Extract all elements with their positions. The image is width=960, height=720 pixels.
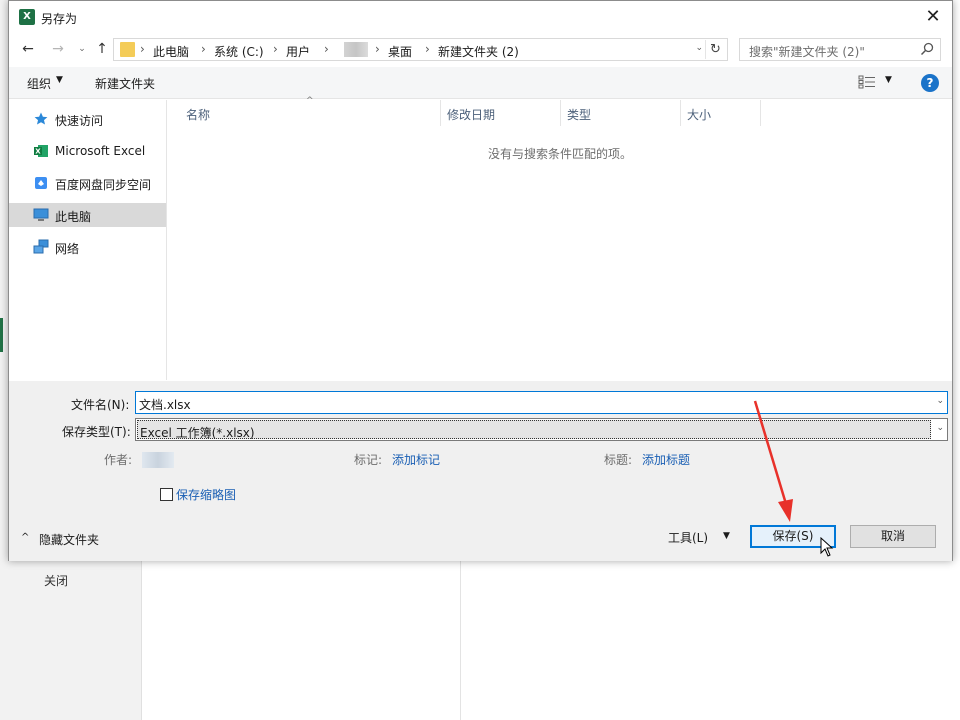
tools-menu[interactable]: 工具(L) xyxy=(668,529,708,546)
view-caret-icon[interactable]: ▼ xyxy=(885,75,892,85)
organize-caret-icon[interactable]: ▼ xyxy=(56,75,63,85)
search-placeholder: 搜索"新建文件夹 (2)" xyxy=(749,45,865,59)
annotation-arrow-icon xyxy=(753,400,793,522)
sidebar-item-baidu-sync[interactable]: 百度网盘同步空间 xyxy=(9,171,166,195)
breadcrumb-system-c[interactable]: 系统 (C:) xyxy=(214,43,264,60)
filename-field[interactable]: 文档.xlsx ⌄ xyxy=(135,391,948,414)
blurred-username[interactable] xyxy=(344,42,368,57)
baidu-cloud-icon xyxy=(35,177,47,189)
author-label: 作者: xyxy=(104,453,133,467)
filetype-value: Excel 工作簿(*.xlsx) xyxy=(140,426,255,440)
view-options-icon[interactable] xyxy=(858,75,876,89)
command-toolbar: 组织 ▼ 新建文件夹 ▼ ? xyxy=(9,67,952,99)
breadcrumb-separator[interactable]: › xyxy=(425,42,430,56)
save-as-dialog: X 另存为 ✕ ← → ⌄ ↑ › 此电脑 › 系统 (C:) › 用户 › ›… xyxy=(8,0,953,561)
folder-icon xyxy=(120,42,135,57)
column-header-name[interactable]: 名称 ^ xyxy=(168,96,441,126)
save-thumbnail-checkbox[interactable] xyxy=(160,488,173,501)
dialog-titlebar: X 另存为 ✕ xyxy=(9,1,952,33)
organize-menu[interactable]: 组织 xyxy=(27,75,51,92)
tags-label: 标记: xyxy=(354,453,383,467)
excel-icon: X xyxy=(34,145,48,157)
column-label: 类型 xyxy=(567,108,592,122)
file-list: 名称 ^ 修改日期 类型 大小 没有与搜索条件匹配的项。 xyxy=(168,96,952,380)
sidebar-item-label: 网络 xyxy=(55,242,80,256)
sidebar-item-this-pc[interactable]: 此电脑 xyxy=(9,203,166,227)
navigation-pane: 快速访问 X Microsoft Excel 百度网盘同步空间 此电脑 网络 xyxy=(9,100,167,380)
add-title-link[interactable]: 添加标题 xyxy=(642,451,690,468)
breadcrumb-separator[interactable]: › xyxy=(201,42,206,56)
column-label: 修改日期 xyxy=(447,108,496,122)
column-header-type[interactable]: 类型 xyxy=(561,100,681,126)
cancel-button[interactable]: 取消 xyxy=(850,525,936,548)
column-label: 名称 xyxy=(186,108,211,122)
filename-value: 文档.xlsx xyxy=(139,398,191,412)
star-icon xyxy=(34,112,48,125)
network-icon xyxy=(33,239,49,254)
forward-arrow-icon[interactable]: → xyxy=(49,40,67,58)
breadcrumb-separator[interactable]: › xyxy=(375,42,380,56)
column-label: 大小 xyxy=(687,108,712,122)
sidebar-item-label: 此电脑 xyxy=(55,210,92,224)
blurred-author-value[interactable] xyxy=(142,452,174,468)
sidebar-item-quick-access[interactable]: 快速访问 xyxy=(9,107,166,131)
mouse-cursor-icon xyxy=(820,537,834,557)
svg-text:X: X xyxy=(35,148,41,156)
refresh-icon[interactable]: ↻ xyxy=(705,40,725,59)
up-arrow-icon[interactable]: ↑ xyxy=(93,40,111,58)
filetype-selection-highlight: Excel 工作簿(*.xlsx) xyxy=(137,420,931,440)
close-icon[interactable]: ✕ xyxy=(920,4,946,30)
search-input[interactable]: 搜索"新建文件夹 (2)" xyxy=(739,38,941,61)
breadcrumb-this-pc[interactable]: 此电脑 xyxy=(153,43,189,60)
column-header-date-modified[interactable]: 修改日期 xyxy=(441,100,561,126)
title-label: 标题: xyxy=(604,453,633,467)
recent-locations-chevron-icon[interactable]: ⌄ xyxy=(73,40,91,58)
breadcrumb-separator[interactable]: › xyxy=(324,42,329,56)
search-icon xyxy=(920,42,934,56)
filetype-label: 保存类型(T): xyxy=(62,425,131,439)
save-options-panel: 文件名(N): 文档.xlsx ⌄ 保存类型(T): Excel 工作簿(*.x… xyxy=(9,381,952,561)
add-tags-link[interactable]: 添加标记 xyxy=(392,451,440,468)
sidebar-item-label: 快速访问 xyxy=(55,114,104,128)
sidebar-item-microsoft-excel[interactable]: X Microsoft Excel xyxy=(9,139,166,163)
breadcrumb-separator[interactable]: › xyxy=(140,42,145,56)
save-thumbnail-label[interactable]: 保存缩略图 xyxy=(176,486,236,503)
filetype-dropdown-chevron-icon[interactable]: ⌄ xyxy=(936,423,944,433)
column-header-size[interactable]: 大小 xyxy=(681,100,761,126)
new-folder-button[interactable]: 新建文件夹 xyxy=(95,75,155,92)
breadcrumb-separator[interactable]: › xyxy=(273,42,278,56)
backstage-active-indicator xyxy=(0,318,3,352)
sidebar-item-label: 百度网盘同步空间 xyxy=(55,178,152,192)
help-icon[interactable]: ? xyxy=(921,74,939,92)
address-bar[interactable]: › 此电脑 › 系统 (C:) › 用户 › › 桌面 › 新建文件夹 (2) … xyxy=(113,38,728,61)
breadcrumb-desktop[interactable]: 桌面 xyxy=(388,43,412,60)
back-arrow-icon[interactable]: ← xyxy=(19,40,37,58)
breadcrumb-users[interactable]: 用户 xyxy=(286,43,310,60)
chevron-up-icon[interactable]: ^ xyxy=(21,532,29,543)
address-dropdown-chevron-icon[interactable]: ⌄ xyxy=(695,43,703,53)
sidebar-item-network[interactable]: 网络 xyxy=(9,235,166,259)
navigation-bar: ← → ⌄ ↑ › 此电脑 › 系统 (C:) › 用户 › › 桌面 › 新建… xyxy=(9,34,952,66)
filename-label: 文件名(N): xyxy=(71,398,130,412)
tools-caret-icon[interactable]: ▼ xyxy=(723,531,730,541)
filename-dropdown-chevron-icon[interactable]: ⌄ xyxy=(936,396,944,406)
dialog-title: 另存为 xyxy=(41,12,78,26)
filetype-select[interactable]: Excel 工作簿(*.xlsx) ⌄ xyxy=(135,418,948,441)
sort-ascending-icon: ^ xyxy=(306,96,314,106)
sidebar-item-label: Microsoft Excel xyxy=(55,144,146,158)
hide-folders-button[interactable]: 隐藏文件夹 xyxy=(39,531,99,548)
breadcrumb-new-folder-2[interactable]: 新建文件夹 (2) xyxy=(438,43,519,60)
backstage-close-item[interactable]: 关闭 xyxy=(44,572,68,589)
computer-icon xyxy=(33,208,49,221)
excel-app-icon: X xyxy=(19,9,35,25)
empty-list-message: 没有与搜索条件匹配的项。 xyxy=(487,147,632,161)
backstage-divider xyxy=(460,560,461,720)
